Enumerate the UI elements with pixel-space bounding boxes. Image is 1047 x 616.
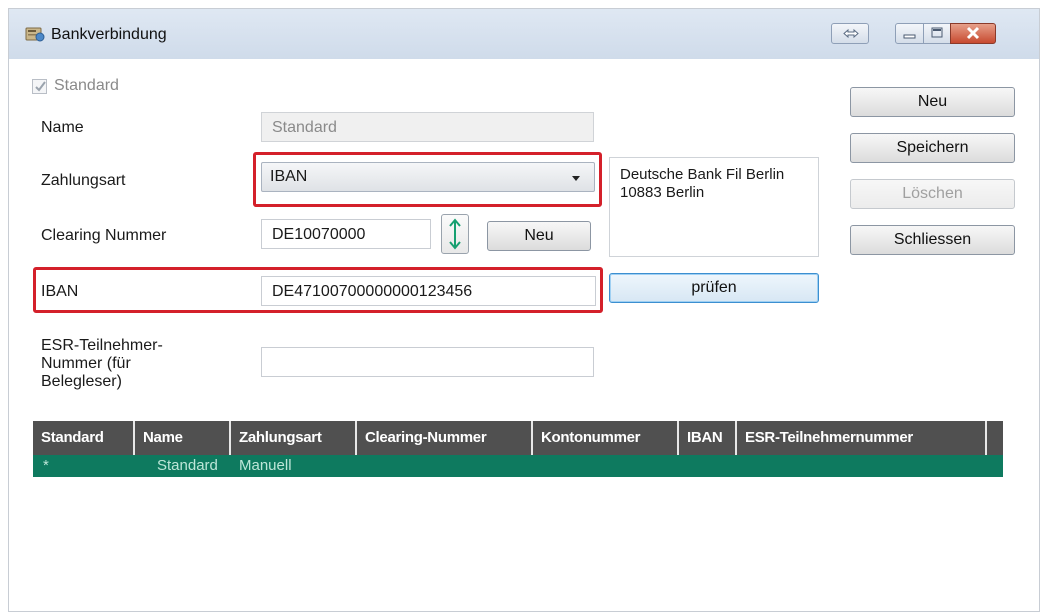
minimize-button[interactable] (895, 23, 924, 44)
cell-name: Standard (157, 457, 218, 474)
column-header-zahlungsart[interactable]: Zahlungsart (231, 421, 357, 455)
close-icon (966, 26, 980, 40)
name-label: Name (41, 119, 84, 136)
esr-label-line1: ESR-Teilnehmer- (41, 337, 163, 354)
bank-address-line1: Deutsche Bank Fil Berlin (620, 166, 785, 183)
zahlungsart-label: Zahlungsart (41, 172, 126, 189)
column-header-esr-teilnehmernummer[interactable]: ESR-Teilnehmernummer (737, 421, 987, 455)
window-title: Bankverbindung (51, 26, 167, 43)
table-row[interactable]: * Standard Manuell (33, 455, 1003, 477)
maximize-icon (931, 27, 943, 38)
standard-checkbox-label: Standard (54, 77, 119, 94)
swap-button[interactable] (831, 23, 869, 44)
bank-card-icon (25, 25, 45, 43)
checkmark-icon (35, 81, 46, 92)
iban-highlight (33, 267, 603, 313)
check-iban-button[interactable]: prüfen (609, 273, 819, 303)
swap-icon (843, 28, 859, 39)
column-header-name[interactable]: Name (135, 421, 231, 455)
bank-accounts-grid: Standard Name Zahlungsart Clearing-Numme… (33, 421, 1003, 477)
esr-label-line3: Belegleser) (41, 373, 122, 390)
close-button[interactable] (950, 23, 996, 44)
bank-address-box: Deutsche Bank Fil Berlin 10883 Berlin (609, 157, 819, 257)
esr-label-line2: Nummer (für (41, 355, 131, 372)
column-header-clearing-nummer[interactable]: Clearing-Nummer (357, 421, 533, 455)
zahlungsart-highlight (253, 152, 602, 207)
clearing-field[interactable]: DE10070000 (261, 219, 431, 249)
clearing-label: Clearing Nummer (41, 227, 167, 244)
cell-zahlungsart: Manuell (239, 457, 292, 474)
clearing-new-button[interactable]: Neu (487, 221, 591, 251)
column-header-iban[interactable]: IBAN (679, 421, 737, 455)
up-down-arrow-icon (449, 218, 461, 250)
save-button[interactable]: Speichern (850, 133, 1015, 163)
delete-button[interactable]: Löschen (850, 179, 1015, 209)
bank-address-line2: 10883 Berlin (620, 184, 705, 201)
standard-checkbox[interactable] (32, 79, 47, 94)
cell-standard: * (43, 457, 49, 474)
title-bar[interactable]: Bankverbindung (9, 9, 1039, 59)
esr-label: ESR-Teilnehmer- Nummer (für Belegleser) (41, 337, 163, 391)
column-header-kontonummer[interactable]: Kontonummer (533, 421, 679, 455)
bankverbindung-window: Bankverbindung Standard Name Standard Za… (8, 8, 1040, 612)
minimize-icon (903, 34, 916, 39)
column-header-standard[interactable]: Standard (33, 421, 135, 455)
grid-header: Standard Name Zahlungsart Clearing-Numme… (33, 421, 1003, 455)
new-button[interactable]: Neu (850, 87, 1015, 117)
close-form-button[interactable]: Schliessen (850, 225, 1015, 255)
esr-field[interactable] (261, 347, 594, 377)
name-field: Standard (261, 112, 594, 142)
maximize-button[interactable] (923, 23, 951, 44)
clearing-spin-button[interactable] (441, 214, 469, 254)
